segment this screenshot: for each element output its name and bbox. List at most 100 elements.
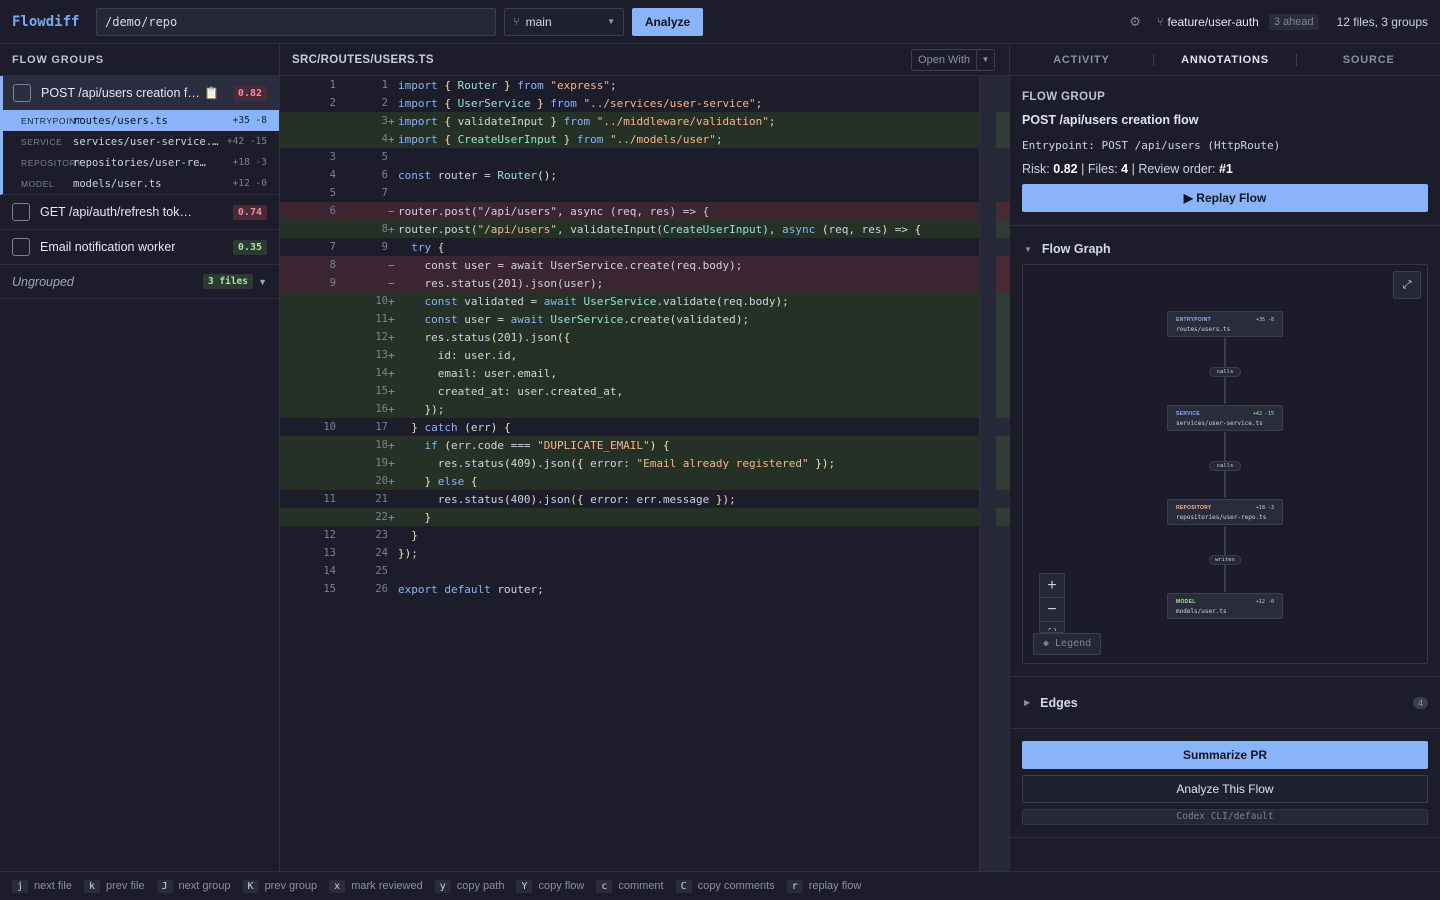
- diff-line[interactable]: 3 + import { validateInput } from "../midd…: [280, 112, 980, 130]
- new-line-number: 11: [375, 313, 388, 325]
- zoom-out-button[interactable]: −: [1040, 598, 1064, 622]
- diff-line[interactable]: 6 − router.post("/api/users", async (req, …: [280, 202, 980, 220]
- diff-code[interactable]: 1 1 import { Router } from "express"; 2 2 imp…: [280, 76, 980, 871]
- code-text: import { Router } from "express";: [398, 78, 617, 92]
- file-item[interactable]: REPOSITORY repositories/user-repo.ts +18…: [3, 152, 279, 173]
- diff-line[interactable]: 22 + }: [280, 508, 980, 526]
- diff-line[interactable]: 19 + res.status(409).json({ error: "Email…: [280, 454, 980, 472]
- diff-line[interactable]: 20 + } else {: [280, 472, 980, 490]
- file-item[interactable]: SERVICE services/user-service.ts +42 -15: [3, 131, 279, 152]
- flow-group-header[interactable]: GET /api/auth/refresh token flow 0.74: [0, 195, 279, 229]
- reviewed-checkbox[interactable]: [12, 238, 30, 256]
- top-right-status: ⚙ ⑂ feature/user-auth 3 ahead 12 files, …: [1129, 0, 1428, 44]
- tab-annotations[interactable]: ANNOTATIONS: [1152, 53, 1298, 66]
- file-item[interactable]: ENTRYPOINT routes/users.ts +35 -8: [3, 110, 279, 131]
- diff-line[interactable]: 8 − const user = await UserService.create…: [280, 256, 980, 274]
- graph-node[interactable]: SERVICE +42 -15 services/user-service.ts: [1167, 405, 1283, 431]
- reviewed-checkbox[interactable]: [13, 84, 31, 102]
- model-select[interactable]: Codex CLI/default: [1022, 809, 1428, 825]
- diff-line[interactable]: 14 + email: user.email,: [280, 364, 980, 382]
- diff-line[interactable]: 35: [280, 148, 980, 166]
- diff-line[interactable]: 10 + const validated = await UserService.…: [280, 292, 980, 310]
- shortcut-hint: Ycopy flow: [516, 879, 585, 893]
- flow-group-header[interactable]: Email notification worker 0.35: [0, 230, 279, 264]
- repo-path-input[interactable]: [96, 7, 496, 36]
- diff-line[interactable]: 8 + router.post("/api/users", validateInpu…: [280, 220, 980, 238]
- ungrouped-label: Ungrouped: [12, 274, 74, 289]
- flow-group-title: POST /api/users creation flow: [1022, 113, 1199, 127]
- chevron-down-icon[interactable]: ▼: [258, 277, 267, 287]
- diff-line[interactable]: 11 + const user = await UserService.creat…: [280, 310, 980, 328]
- shortcut-label: replay flow: [808, 879, 862, 892]
- branch-select[interactable]: ⑂ main ▼: [504, 7, 624, 36]
- diff-line[interactable]: 13 + id: user.id,: [280, 346, 980, 364]
- diff-line[interactable]: 7 9 try {: [280, 238, 980, 256]
- chevron-down-icon[interactable]: ▼: [977, 49, 995, 71]
- fit-view-button[interactable]: ⛶: [1040, 622, 1064, 632]
- diff-line[interactable]: 11 21 res.status(400).json({ error: err.m…: [280, 490, 980, 508]
- file-role: REPOSITORY: [21, 157, 83, 168]
- code-text: const validated = await UserService.vali…: [424, 294, 789, 308]
- flow-group-item[interactable]: GET /api/auth/refresh token flow 0.74: [0, 195, 279, 230]
- shortcut-label: copy flow: [538, 879, 585, 892]
- chevron-down-icon: ▼: [1024, 244, 1032, 254]
- diff-sign: +: [388, 366, 395, 380]
- diff-line[interactable]: 16 + });: [280, 400, 980, 418]
- graph-node[interactable]: MODEL +12 -0 models/user.ts: [1167, 593, 1283, 619]
- gear-icon[interactable]: ⚙: [1129, 14, 1141, 30]
- diff-line[interactable]: 12 + res.status(201).json({: [280, 328, 980, 346]
- node-stat: +12 -0: [1255, 599, 1274, 605]
- analyze-button[interactable]: Analyze: [632, 7, 703, 36]
- tab-activity[interactable]: ACTIVITY: [1010, 54, 1153, 66]
- diff-line[interactable]: 10 17 } catch (err) {: [280, 418, 980, 436]
- diff-sign: +: [388, 294, 395, 308]
- analyze-flow-button[interactable]: Analyze This Flow: [1022, 775, 1428, 803]
- reviewed-checkbox[interactable]: [12, 203, 30, 221]
- flow-group-item[interactable]: Email notification worker 0.35: [0, 230, 279, 265]
- ungrouped-section[interactable]: Ungrouped 3 files ▼: [0, 265, 279, 299]
- flow-graph-toggle[interactable]: ▼ Flow Graph: [1022, 236, 1428, 262]
- file-role: ENTRYPOINT: [21, 115, 82, 126]
- file-item[interactable]: MODEL models/user.ts +12 -0: [3, 173, 279, 194]
- file-role: MODEL: [21, 178, 55, 189]
- edges-toggle[interactable]: ▶ Edges 4: [1010, 676, 1440, 728]
- expand-icon[interactable]: ⤢: [1393, 271, 1421, 299]
- diff-line[interactable]: 13 24});: [280, 544, 980, 562]
- diff-line[interactable]: 1 1 import { Router } from "express";: [280, 76, 980, 94]
- diff-line[interactable]: 57: [280, 184, 980, 202]
- shortcut-hint: x mark reviewed: [329, 879, 423, 893]
- minimap-marker: [996, 328, 1010, 346]
- graph-node[interactable]: REPOSITORY +18 -3 repositories/user-repo.t…: [1167, 499, 1283, 525]
- diff-line[interactable]: 2 2 import { UserService } from "../servic…: [280, 94, 980, 112]
- diff-minimap[interactable]: [979, 76, 1010, 871]
- diff-line[interactable]: 18 + if (err.code === "DUPLICATE_EMAIL") …: [280, 436, 980, 454]
- diff-line[interactable]: 4 6 const router = Router();: [280, 166, 980, 184]
- code-text: try {: [411, 240, 445, 254]
- summarize-pr-button[interactable]: Summarize PR: [1022, 741, 1428, 769]
- open-with-button[interactable]: Open With: [911, 49, 977, 71]
- legend-button[interactable]: ◆ Legend: [1033, 633, 1102, 655]
- clipboard-icon[interactable]: 📋: [204, 86, 219, 100]
- flow-group-header[interactable]: POST /api/users creation flow 📋 0.82: [3, 76, 279, 110]
- chevron-right-icon: ▶: [1024, 698, 1031, 707]
- diff-line[interactable]: 4 + import { CreateUserInput } from "../mo…: [280, 130, 980, 148]
- shortcut-hint: r replay flow: [786, 879, 862, 893]
- diff-line[interactable]: 15 26 export default router;: [280, 580, 980, 598]
- old-line-number: 2: [329, 97, 336, 109]
- flow-group-item[interactable]: POST /api/users creation flow 📋 0.82 ENT…: [0, 76, 279, 195]
- diff-sign: +: [388, 510, 395, 524]
- open-with-control[interactable]: Open With ▼: [911, 49, 995, 71]
- minimap-marker: [996, 130, 1010, 148]
- graph-node[interactable]: ENTRYPOINT +35 -8 routes/users.ts: [1167, 311, 1283, 337]
- diff-line[interactable]: 12 23 }: [280, 526, 980, 544]
- diff-sign: +: [388, 474, 395, 488]
- diff-line[interactable]: 15 + created_at: user.created_at,: [280, 382, 980, 400]
- old-line-number: 7: [329, 241, 336, 253]
- flow-graph[interactable]: ⤢ + − ⛶ ◆ Legend ENTRYPOINT +35 -8 routes/…: [1022, 264, 1428, 664]
- zoom-in-button[interactable]: +: [1040, 574, 1064, 598]
- replay-flow-button[interactable]: ▶ Replay Flow: [1022, 184, 1428, 212]
- tab-source[interactable]: SOURCE: [1297, 54, 1440, 66]
- shortcut-key: C: [675, 879, 692, 893]
- diff-line[interactable]: 14 25: [280, 562, 980, 580]
- diff-line[interactable]: 9 − res.status(201).json(user);: [280, 274, 980, 292]
